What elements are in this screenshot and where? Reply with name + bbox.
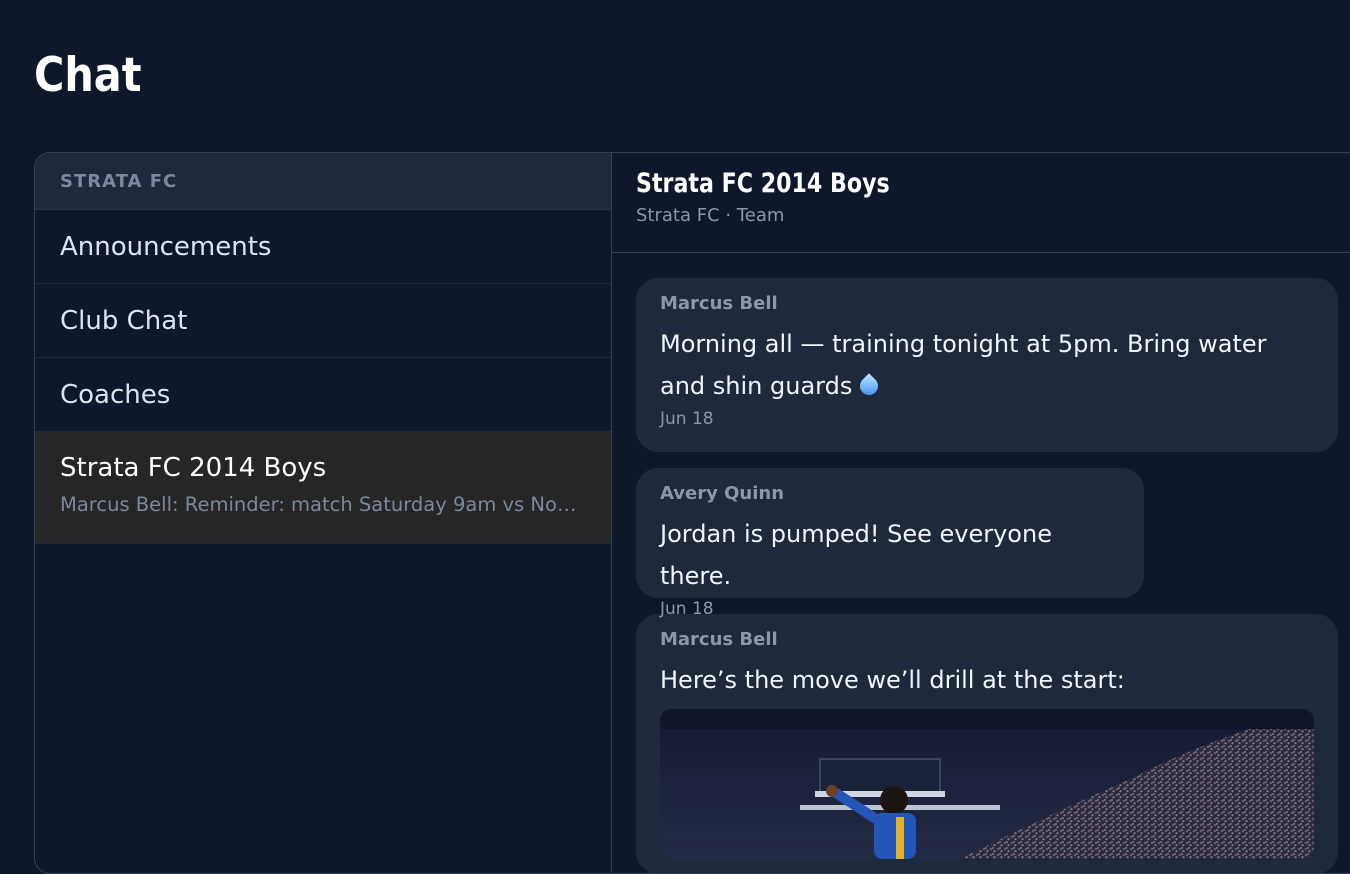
- message-body: Morning all — training tonight at 5pm. B…: [660, 330, 1267, 400]
- droplet-icon: [856, 373, 883, 399]
- message-timestamp: Jun 18: [660, 409, 714, 429]
- photo-illustration: [660, 709, 1314, 859]
- message-sender: Avery Quinn: [660, 483, 785, 504]
- channel-announcements[interactable]: Announcements: [35, 210, 611, 284]
- message-sender: Marcus Bell: [660, 629, 778, 650]
- channel-name: Announcements: [60, 231, 272, 262]
- channel-name: Coaches: [60, 379, 171, 410]
- soccer-player-photo[interactable]: [660, 709, 1314, 859]
- message-text: Jordan is pumped! See everyone there.: [660, 520, 1052, 590]
- channel-sidebar: STRATA FC Announcements Club Chat Coache…: [35, 153, 612, 873]
- channel-club-chat[interactable]: Club Chat: [35, 284, 611, 358]
- chat-container: STRATA FC Announcements Club Chat Coache…: [34, 152, 1350, 874]
- conversation-header: Strata FC 2014 Boys Strata FC · Team: [612, 153, 1350, 253]
- message-bubble: Marcus Bell Morning all — training tonig…: [636, 278, 1338, 452]
- channel-name: Club Chat: [60, 305, 188, 336]
- message-sender: Marcus Bell: [660, 293, 778, 314]
- conversation-subtitle: Strata FC · Team: [636, 205, 785, 226]
- channel-name: Strata FC 2014 Boys: [60, 453, 327, 483]
- org-name: STRATA FC: [60, 170, 178, 192]
- message-text: Morning all — training tonight at 5pm. B…: [660, 323, 1314, 407]
- channel-coaches[interactable]: Coaches: [35, 358, 611, 432]
- channel-strata-fc-2014-boys[interactable]: Strata FC 2014 Boys Marcus Bell: Reminde…: [35, 432, 611, 544]
- org-header: STRATA FC: [35, 153, 611, 210]
- message-bubble: Avery Quinn Jordan is pumped! See everyo…: [636, 468, 1144, 619]
- message-list[interactable]: Marcus Bell Morning all — training tonig…: [636, 278, 1350, 873]
- page-title: Chat: [34, 48, 142, 103]
- message-bubble: Marcus Bell Here’s the move we’ll drill …: [636, 614, 1338, 873]
- message-text: Here’s the move we’ll drill at the start…: [660, 666, 1125, 694]
- conversation-title: Strata FC 2014 Boys: [636, 168, 890, 199]
- conversation-panel: Strata FC 2014 Boys Strata FC · Team Mar…: [612, 153, 1350, 873]
- channel-last-message-preview: Marcus Bell: Reminder: match Saturday 9a…: [60, 493, 577, 516]
